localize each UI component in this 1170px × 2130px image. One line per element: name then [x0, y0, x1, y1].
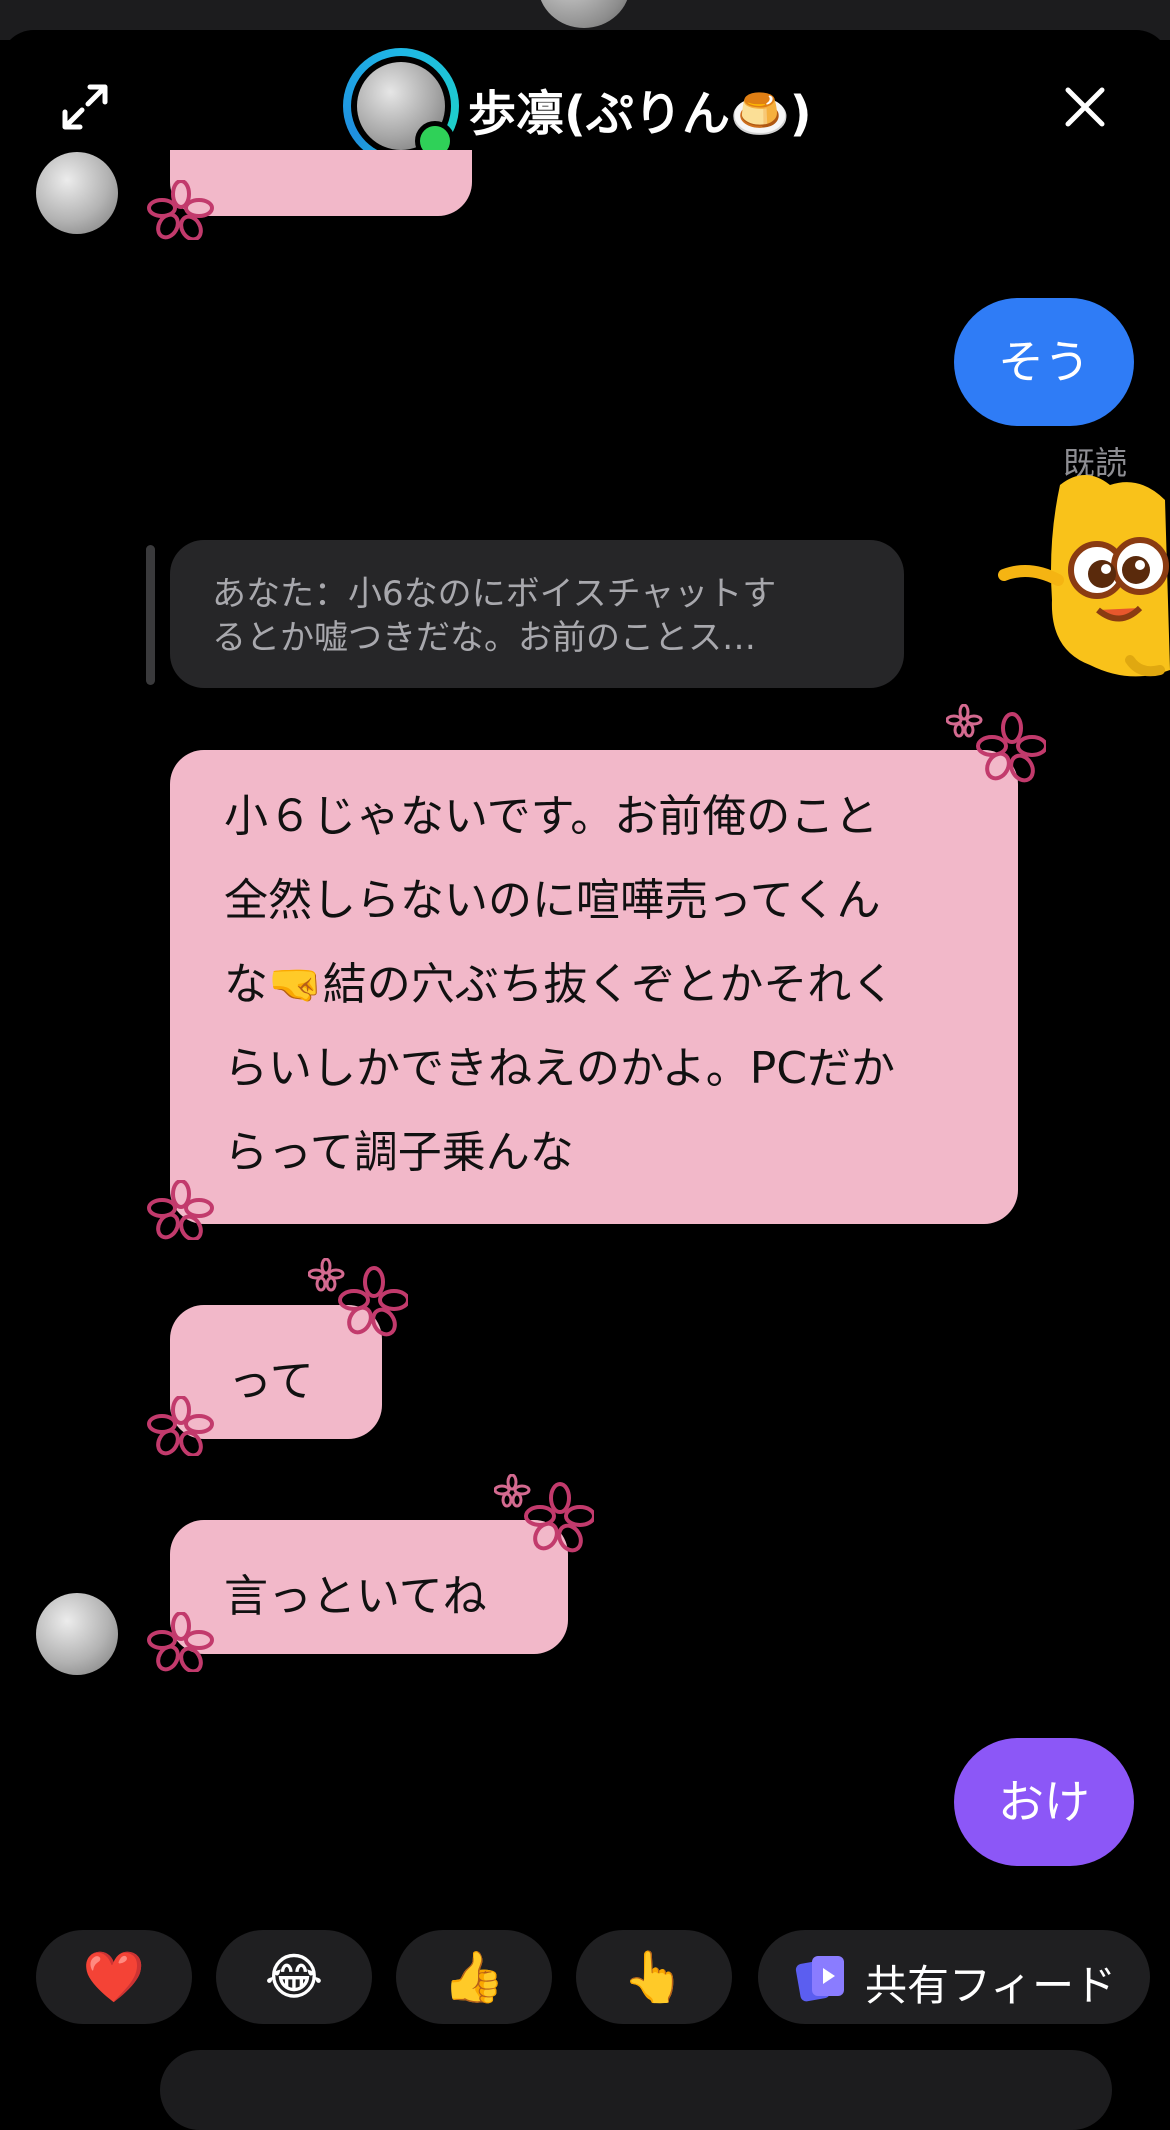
flower-decoration [147, 1180, 214, 1240]
flower-decoration [946, 704, 1046, 783]
close-button[interactable] [1060, 82, 1110, 132]
reaction-heart-button[interactable]: ❤️ [36, 1930, 192, 2024]
mascot-sticker [998, 475, 1170, 677]
message-input[interactable] [160, 2050, 1112, 2130]
message-text: 全然しらないのに喧嘩売ってくん [224, 875, 881, 926]
shared-feed-button[interactable]: 共有フィード [758, 1930, 1150, 2024]
message-text: らって調子乗んな [224, 1127, 574, 1178]
flower-decoration [308, 1258, 408, 1337]
expand-icon [62, 84, 108, 130]
close-icon [1065, 87, 1105, 127]
laughing-face-icon: 😂 [264, 1948, 324, 2006]
pointing-hand-icon: 👆 [622, 1948, 686, 2006]
flower-decoration [147, 1396, 214, 1456]
sent-message-bubble[interactable]: おけ [954, 1738, 1134, 1866]
avatar[interactable] [36, 152, 118, 234]
reply-preview-line: あなた：小6なのにボイスチャットす [212, 574, 777, 614]
shared-feed-label: 共有フィード [865, 1961, 1117, 2010]
message-text: 小６じゃないです。お前俺のこと [224, 791, 879, 842]
flower-decoration [494, 1474, 594, 1553]
message-text: 言っといてね [224, 1571, 487, 1622]
contact-name[interactable]: 歩凛(ぷりん🍮) [468, 74, 812, 144]
flower-decoration [147, 180, 214, 240]
flower-decoration [147, 1612, 214, 1672]
reaction-laugh-button[interactable]: 😂 [216, 1930, 372, 2024]
reply-preview-line: るとか嘘つきだな。お前のことス… [212, 618, 756, 658]
message-text: って [228, 1356, 314, 1407]
received-message-bubble[interactable]: 小６じゃないです。お前俺のこと 全然しらないのに喧嘩売ってくん な🤜結の穴ぶち抜… [170, 750, 1018, 1224]
avatar[interactable] [36, 1593, 118, 1675]
reaction-point-up-button[interactable]: 👆 [576, 1930, 732, 2024]
replied-message-preview[interactable]: あなた：小6なのにボイスチャットす るとか嘘つきだな。お前のことス… [170, 540, 904, 688]
thumbs-up-icon: 👍 [442, 1948, 506, 2006]
sent-message-bubble[interactable]: そう [954, 298, 1134, 426]
message-text: らいしかできねえのかよ。PCだか [224, 1043, 896, 1094]
heart-icon: ❤️ [82, 1948, 146, 2006]
message-text: な🤜結の穴ぶち抜くぞとかそれく [224, 959, 896, 1010]
avatar-peek [538, 0, 630, 28]
shared-feed-icon [795, 1956, 844, 2002]
message-text: そう [998, 335, 1090, 389]
message-text: おけ [998, 1775, 1090, 1829]
reaction-thumbs-up-button[interactable]: 👍 [396, 1930, 552, 2024]
expand-button[interactable] [60, 82, 110, 132]
reply-indicator-bar [146, 545, 155, 685]
